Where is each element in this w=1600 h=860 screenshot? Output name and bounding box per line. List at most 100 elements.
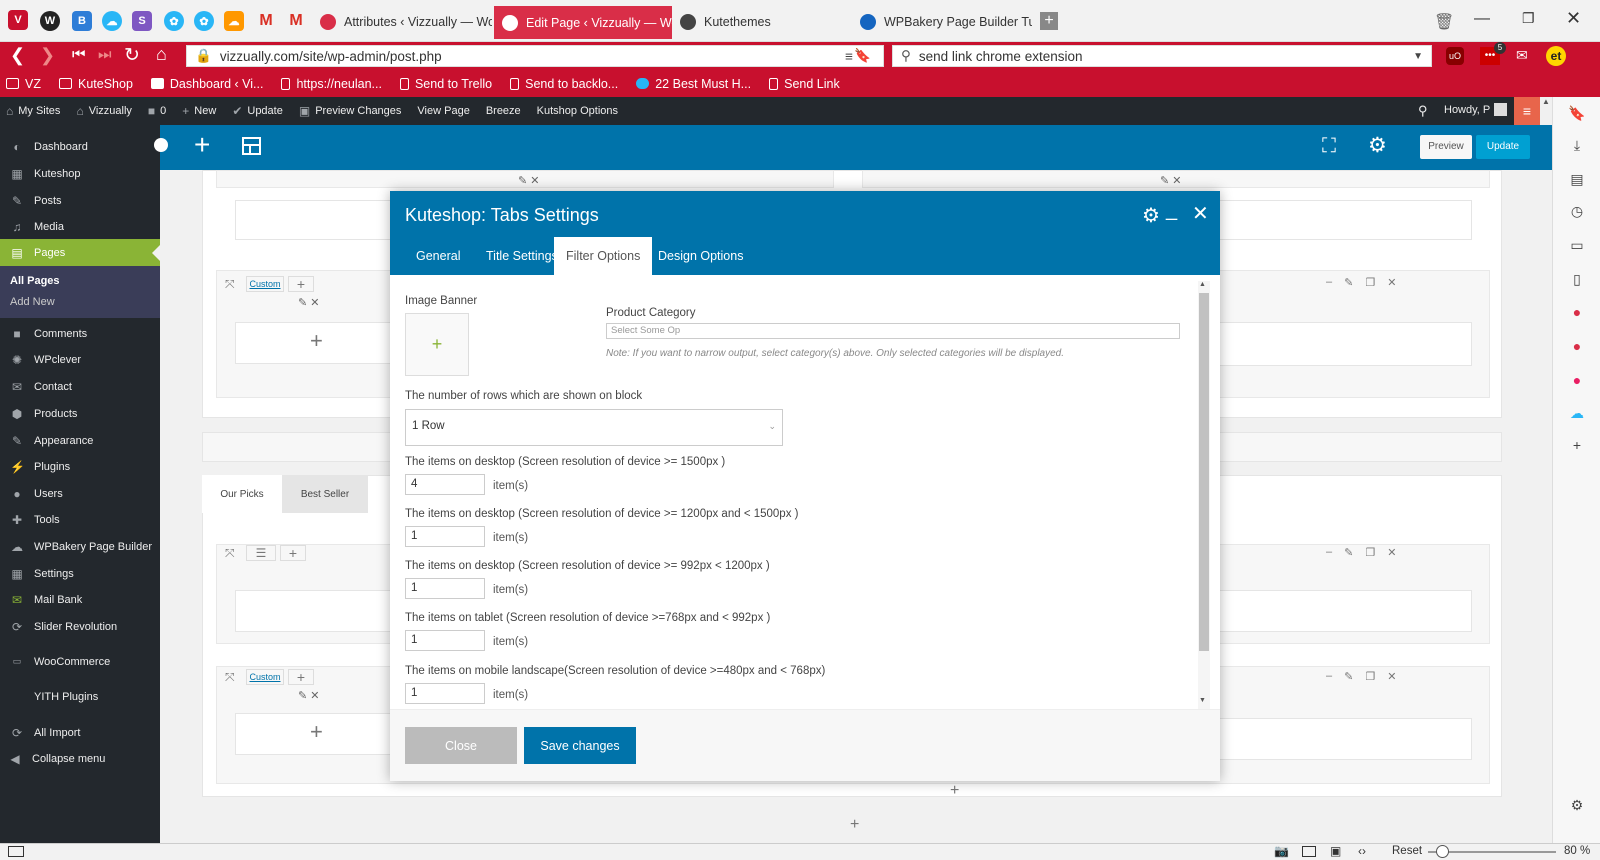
minimize-window-button[interactable]: — [1474,10,1490,28]
items-desktop-1500-input[interactable]: 4 [405,474,485,495]
home-button[interactable]: ⌂ [156,44,167,65]
minimize-icon[interactable]: – [1326,670,1332,686]
scroll-down-arrow[interactable]: ▼ [1199,697,1206,704]
drag-row-icon[interactable]: ⤧ [225,277,235,292]
admin-comments[interactable]: ■ 0 [148,104,166,118]
modal-tab-filter-options[interactable]: Filter Options [554,237,653,275]
admin-search-icon[interactable]: ⚲ [1418,103,1428,119]
chevron-down-icon[interactable]: ▼ [1413,51,1423,62]
clone-icon[interactable]: ❐ [1365,276,1375,292]
admin-view-page[interactable]: View Page [417,105,469,117]
back-button[interactable]: ❮ [10,45,25,66]
minimize-icon[interactable]: – [1326,276,1332,292]
history-panel-icon[interactable]: ◷ [1569,203,1585,219]
items-desktop-1200-input[interactable]: 1 [405,526,485,547]
gmail-pinned-icon[interactable]: M [256,11,276,31]
custom-layout-button[interactable]: Custom [246,276,284,292]
bookmark-kuteshop[interactable]: KuteShop [58,77,133,91]
s-pinned-icon[interactable]: S [132,11,152,31]
search-field[interactable]: ⚲ send link chrome extension ▼ [892,45,1432,67]
tiling-icon[interactable] [1302,846,1316,857]
scrollbar-up-arrow[interactable]: ▲ [1540,97,1552,125]
sidebar-item-wpclever[interactable]: ✺ WPclever [0,346,160,373]
sidebar-item-plugins[interactable]: ⚡ Plugins [0,453,160,480]
image-banner-upload[interactable]: + [405,313,469,376]
sidebar-item-kuteshop[interactable]: ▦ Kuteshop [0,160,160,187]
product-category-select[interactable]: Select Some Op [606,323,1180,339]
sidebar-item-tools[interactable]: ✚ Tools [0,506,160,533]
tab-edit-page[interactable]: Edit Page ‹ Vizzually — Word [494,6,672,39]
sidebar-item-media[interactable]: ♫ Media [0,213,160,240]
cloud-panel-icon[interactable]: ☁ [1569,405,1585,421]
delete-icon[interactable]: ✕ [1387,546,1396,562]
add-element-plus-icon[interactable]: + [950,782,959,800]
add-element-button[interactable]: + [194,129,210,161]
bee2-pinned-icon[interactable]: ✿ [194,11,214,31]
admin-my-sites[interactable]: ⌂ My Sites [6,104,60,118]
avatar[interactable] [1494,103,1507,116]
edit-column-icon[interactable]: ✎ ✕ [1160,174,1182,187]
modal-close-icon[interactable]: ✕ [1192,201,1209,226]
sidebar-item-contact[interactable]: ✉ Contact [0,373,160,400]
custom-layout-button[interactable]: Custom [246,669,284,685]
bookmark-send-link[interactable]: Send Link [769,77,840,91]
sidebar-collapse-menu[interactable]: ◀ Collapse menu [0,745,160,772]
sidebar-item-pages[interactable]: ▤ Pages [0,239,160,266]
tab-wpbakery[interactable]: WPBakery Page Builder Tuto [852,6,1032,38]
items-desktop-992-input[interactable]: 1 [405,578,485,599]
settings-panel-icon[interactable]: ⚙ [1569,797,1585,813]
sidebar-item-users[interactable]: ● Users [0,480,160,507]
sidebar-item-appearance[interactable]: ✎ Appearance [0,427,160,454]
tab-best-seller[interactable]: Best Seller [282,475,368,513]
sidebar-item-dashboard[interactable]: ◐ Dashboard [0,133,160,160]
add-column-button[interactable]: + [288,276,314,292]
templates-icon[interactable] [242,137,261,155]
vizzually2-panel-icon[interactable]: ● [1569,338,1585,354]
edit-column-icon[interactable]: ✎ ✕ [298,296,320,309]
items-mobile-landscape-input[interactable]: 1 [405,683,485,704]
new-tab-button[interactable]: + [1040,12,1058,30]
reload-button[interactable]: ↻ [124,44,140,67]
fast-forward-button[interactable]: ⏭ [98,46,112,63]
window-panel-icon[interactable]: ▭ [1569,237,1585,253]
admin-new[interactable]: + New [182,104,216,118]
bookmark-dashboard[interactable]: Dashboard ‹ Vi... [150,77,263,91]
add-row-plus-icon[interactable]: + [850,816,859,834]
screenshot-icon[interactable]: 📷 [1274,844,1289,858]
rewind-button[interactable]: ⏮ [72,46,86,63]
row-controls[interactable]: – ✎ ❐ ✕ [1326,276,1450,292]
sidebar-item-settings[interactable]: ▦ Settings [0,560,160,587]
add-column-button[interactable]: + [288,669,314,685]
row-controls[interactable]: – ✎ ❐ ✕ [1326,670,1450,686]
admin-site-name[interactable]: ⌂ Vizzually [76,104,131,118]
builder-logo-icon[interactable] [154,138,168,152]
close-window-button[interactable]: ✕ [1566,8,1581,29]
page-settings-icon[interactable]: ⚙ [1368,133,1387,158]
extension-et-icon[interactable]: et [1546,46,1566,66]
admin-update[interactable]: ✔ Update [232,104,283,118]
preview-button[interactable]: Preview [1420,135,1472,159]
admin-kuteshop-options[interactable]: Kutshop Options [537,105,618,117]
ublock-icon[interactable]: uO [1446,47,1464,65]
wordpress-pinned-icon[interactable]: W [40,11,60,31]
modal-scrollbar[interactable]: ▲ ▼ [1198,281,1210,709]
tab-attributes[interactable]: Attributes ‹ Vizzually — Wor [312,6,492,38]
minimize-icon[interactable]: – [1326,546,1332,562]
bookmark-icon[interactable]: 🔖 [854,48,871,64]
images-icon[interactable]: ▣ [1330,844,1341,858]
sidebar-item-wpbakery[interactable]: ☁ WPBakery Page Builder [0,533,160,560]
delete-icon[interactable]: ✕ [1387,670,1396,686]
sidebar-item-all-import[interactable]: ⟳ All Import [0,719,160,746]
modal-tab-design-options[interactable]: Design Options [646,237,755,275]
bookmark-send-trello[interactable]: Send to Trello [399,77,492,91]
sidebar-item-mail-bank[interactable]: ✉ Mail Bank [0,586,160,613]
downloads-panel-icon[interactable]: ⤓ [1569,137,1585,153]
zoom-slider-handle[interactable] [1436,845,1449,858]
bookmark-send-backlog[interactable]: Send to backlo... [510,77,618,91]
panel-toggle-icon[interactable] [8,846,24,857]
sidebar-item-posts[interactable]: ✎ Posts [0,187,160,214]
clone-icon[interactable]: ❐ [1365,670,1375,686]
bookmark-vz[interactable]: VZ [6,77,41,91]
sidebar-item-slider-revolution[interactable]: ⟳ Slider Revolution [0,613,160,640]
modal-tab-general[interactable]: General [404,237,472,275]
